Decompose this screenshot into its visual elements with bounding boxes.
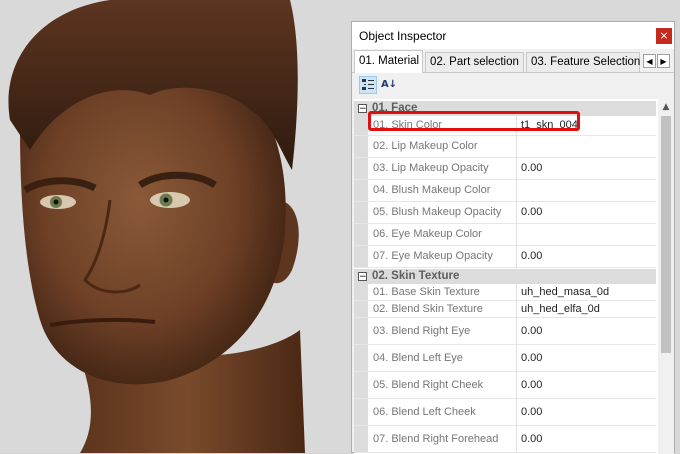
window-title: Object Inspector (359, 29, 447, 43)
property-value[interactable]: uh_hed_elfa_0d (521, 301, 600, 317)
sort-alphabetical-icon: A↓ (380, 79, 398, 90)
categorized-view-icon (362, 79, 374, 90)
category-label: 02. Skin Texture (372, 270, 460, 282)
collapse-toggle-icon[interactable]: − (358, 104, 367, 114)
property-name: 07. Eye Makeup Opacity (373, 250, 493, 262)
property-name: 03. Blend Right Eye (373, 325, 471, 337)
property-value[interactable]: t1_skn_004 (521, 116, 578, 135)
property-name: 02. Blend Skin Texture (373, 303, 483, 315)
property-name: 02. Lip Makeup Color (373, 140, 478, 152)
property-row[interactable]: 05. Blush Makeup Opacity 0.00 (354, 202, 656, 224)
vertical-scrollbar[interactable]: ▲ (658, 99, 674, 454)
property-row[interactable]: 07. Eye Makeup Opacity 0.00 (354, 246, 656, 268)
scroll-up-button[interactable]: ▲ (658, 99, 674, 115)
property-value[interactable]: 0.00 (521, 318, 542, 344)
category-label: 01. Face (372, 102, 418, 114)
property-row[interactable]: 03. Lip Makeup Opacity 0.00 (354, 158, 656, 180)
property-name: 04. Blend Left Eye (373, 352, 463, 364)
property-row[interactable]: 01. Base Skin Texture uh_hed_masa_0d (354, 284, 656, 301)
property-grid: − 01. Face 01. Skin Color t1_skn_004 02.… (354, 99, 674, 454)
property-value[interactable]: 0.00 (521, 399, 542, 425)
property-name: 04. Blush Makeup Color (373, 184, 491, 196)
property-value[interactable]: 0.00 (521, 246, 542, 267)
property-row[interactable]: 04. Blend Left Eye 0.00 (354, 345, 656, 372)
property-value[interactable]: 0.00 (521, 426, 542, 452)
object-inspector-window: Object Inspector × 01. Material 02. Part… (351, 21, 675, 454)
property-name: 07. Blend Right Forehead (373, 433, 499, 445)
collapse-toggle-icon[interactable]: − (358, 272, 367, 282)
property-name: 05. Blend Right Cheek (373, 379, 484, 391)
property-toolbar: A↓ (352, 73, 674, 98)
sort-alphabetical-button[interactable]: A↓ (380, 76, 398, 94)
property-name: 06. Blend Left Cheek (373, 406, 476, 418)
title-bar[interactable]: Object Inspector × (352, 22, 674, 49)
property-row[interactable]: 06. Blend Left Cheek 0.00 (354, 399, 656, 426)
property-row[interactable]: 02. Blend Skin Texture uh_hed_elfa_0d (354, 301, 656, 318)
property-name: 01. Base Skin Texture (373, 286, 480, 298)
property-name: 05. Blush Makeup Opacity (373, 206, 502, 218)
property-row[interactable]: 06. Eye Makeup Color (354, 224, 656, 246)
property-value[interactable]: 0.00 (521, 158, 542, 179)
property-name: 01. Skin Color (373, 119, 443, 131)
property-row[interactable]: 03. Blend Right Eye 0.00 (354, 318, 656, 345)
property-name: 06. Eye Makeup Color (373, 228, 482, 240)
scroll-thumb[interactable] (661, 116, 671, 353)
tab-scroll-left-button[interactable]: ◀ (643, 54, 656, 68)
property-row[interactable]: 01. Skin Color t1_skn_004 (354, 116, 656, 136)
tab-strip: 01. Material 02. Part selection 03. Feat… (352, 50, 674, 73)
property-row[interactable]: 07. Blend Right Forehead 0.00 (354, 426, 656, 453)
category-skin-texture[interactable]: − 02. Skin Texture (354, 269, 656, 284)
categorized-view-button[interactable] (359, 76, 377, 94)
property-row[interactable]: 02. Lip Makeup Color (354, 136, 656, 158)
category-face[interactable]: − 01. Face (354, 101, 656, 116)
tab-scroll-right-button[interactable]: ▶ (657, 54, 670, 68)
close-button[interactable]: × (656, 28, 672, 44)
property-value[interactable]: 0.00 (521, 345, 542, 371)
property-value[interactable]: 0.00 (521, 202, 542, 223)
tab-feature-selection[interactable]: 03. Feature Selection (526, 52, 640, 72)
property-row[interactable]: 05. Blend Right Cheek 0.00 (354, 372, 656, 399)
tab-material[interactable]: 01. Material (354, 50, 423, 73)
property-value[interactable]: uh_hed_masa_0d (521, 284, 609, 300)
property-value[interactable]: 0.00 (521, 372, 542, 398)
property-row[interactable]: 04. Blush Makeup Color (354, 180, 656, 202)
tab-part-selection[interactable]: 02. Part selection (425, 52, 524, 72)
property-name: 03. Lip Makeup Opacity (373, 162, 489, 174)
